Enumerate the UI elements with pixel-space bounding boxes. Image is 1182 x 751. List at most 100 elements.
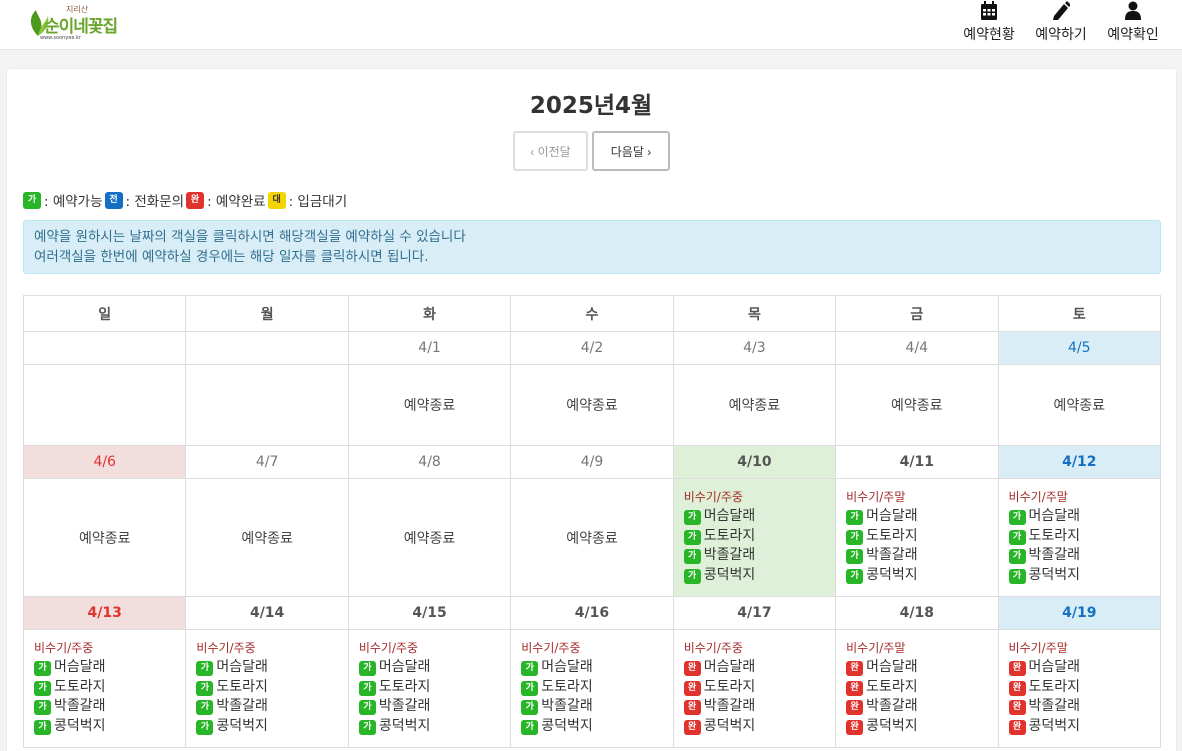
date-cell[interactable]: 4/3 [672, 331, 837, 365]
available-badge: 가 [521, 661, 539, 676]
date-cell[interactable]: 4/11 [835, 445, 999, 479]
room-item[interactable]: 가 콩덕벅지 [1008, 566, 1160, 586]
room-item[interactable]: 가 도토라지 [683, 527, 835, 547]
room-item[interactable]: 가 콩덕벅지 [846, 566, 997, 586]
available-badge: 가 [34, 700, 51, 715]
room-name: 머슴달래 [541, 659, 593, 675]
reservation-row: 예약종료 예약종료 예약종료 예약종료 예약종료 [22, 364, 1162, 446]
room-item[interactable]: 완 머슴달래 [683, 658, 835, 678]
room-item[interactable]: 가 머슴달래 [196, 658, 347, 678]
nav-check-reservation[interactable]: 예약확인 [1104, 0, 1162, 46]
room-item[interactable]: 가 콩덕벅지 [196, 717, 347, 737]
room-item[interactable]: 가 도토라지 [521, 678, 672, 698]
room-item[interactable]: 가 머슴달래 [34, 658, 185, 678]
room-name: 박졸갈래 [703, 547, 756, 563]
date-cell[interactable]: 4/2 [510, 331, 674, 365]
room-item[interactable]: 완 박졸갈래 [1008, 697, 1160, 717]
closed-label: 예약종료 [566, 530, 618, 547]
date-cell[interactable]: 4/4 [835, 331, 999, 365]
date-cell[interactable]: 4/1 [347, 331, 512, 365]
room-name: 콩덕벅지 [703, 717, 756, 734]
room-item[interactable]: 가 콩덕벅지 [358, 717, 510, 737]
room-item[interactable]: 완 도토라지 [683, 678, 835, 698]
day-body-cell: 비수기/주중 완 머슴달래 완 도토라지 완 박졸갈래 완 콩덕벅지 [672, 629, 837, 748]
room-name: 박졸갈래 [378, 698, 431, 714]
room-item[interactable]: 완 머슴달래 [846, 658, 997, 678]
room-item[interactable]: 가 머슴달래 [358, 658, 510, 678]
room-item[interactable]: 가 박졸갈래 [521, 697, 672, 717]
room-item[interactable]: 가 머슴달래 [846, 507, 997, 527]
nav-make-reservation[interactable]: 예약하기 [1032, 0, 1090, 46]
date-cell[interactable]: 4/5 [997, 331, 1162, 365]
room-item[interactable]: 가 박졸갈래 [358, 697, 510, 717]
nav-reservation-status[interactable]: 예약현황 [960, 0, 1018, 46]
room-name: 콩덕벅지 [866, 566, 918, 583]
day-body-cell: 예약종료 [22, 478, 187, 597]
done-badge: 완 [186, 191, 205, 209]
date-cell[interactable]: 4/17 [672, 596, 837, 630]
date-cell[interactable]: 4/8 [347, 445, 512, 479]
available-badge: 가 [683, 568, 701, 584]
day-body-cell: 예약종료 [835, 364, 999, 446]
room-item[interactable]: 가 박졸갈래 [683, 546, 835, 566]
room-item[interactable]: 가 도토라지 [846, 527, 997, 547]
available-badge: 가 [683, 529, 701, 545]
room-item[interactable]: 완 콩덕벅지 [846, 717, 997, 737]
nav-label: 예약확인 [1107, 27, 1159, 43]
room-item[interactable]: 가 머슴달래 [1008, 507, 1160, 527]
waiting-badge: 대 [267, 191, 286, 209]
room-name: 도토라지 [703, 678, 756, 695]
room-item[interactable]: 완 박졸갈래 [846, 697, 997, 717]
room-item[interactable]: 가 머슴달래 [683, 507, 835, 527]
room-item[interactable]: 완 콩덕벅지 [1008, 717, 1160, 737]
date-cell[interactable]: 4/13 [22, 596, 187, 630]
room-item[interactable]: 완 콩덕벅지 [683, 717, 835, 737]
room-name: 도토라지 [703, 527, 756, 544]
season-label: 비수기/주말 [846, 490, 906, 504]
day-body-cell: 예약종료 [672, 364, 837, 446]
season-label: 비수기/주중 [196, 641, 256, 655]
room-item[interactable]: 완 도토라지 [1008, 678, 1160, 698]
closed-label: 예약종료 [241, 530, 293, 547]
date-cell[interactable]: 4/6 [22, 445, 187, 479]
room-item[interactable]: 완 머슴달래 [1008, 658, 1160, 678]
room-item[interactable]: 가 박졸갈래 [196, 697, 347, 717]
date-cell[interactable]: 4/12 [997, 445, 1162, 479]
room-item[interactable]: 가 도토라지 [196, 678, 347, 698]
date-cell[interactable]: 4/18 [835, 596, 999, 630]
legend-text: : 예약완료 [207, 194, 266, 210]
site-logo[interactable]: 지리산 순이네꽃집 www.soonyee.kr [26, 4, 118, 44]
season-label: 비수기/주중 [683, 490, 743, 504]
date-cell[interactable]: 4/10 [672, 445, 837, 479]
closed-label: 예약종료 [891, 398, 943, 414]
nav-label: 예약하기 [1035, 27, 1087, 43]
date-cell[interactable]: 4/14 [185, 596, 349, 630]
room-item[interactable]: 가 도토라지 [34, 678, 185, 698]
available-badge: 가 [34, 719, 51, 735]
weekday-sun: 일 [22, 295, 187, 332]
date-cell[interactable]: 4/9 [510, 445, 674, 479]
room-item[interactable]: 가 도토라지 [358, 678, 510, 698]
done-badge: 완 [846, 661, 864, 676]
room-item[interactable]: 가 머슴달래 [521, 658, 672, 678]
room-name: 박졸갈래 [216, 698, 268, 714]
room-item[interactable]: 가 콩덕벅지 [521, 717, 672, 737]
room-item[interactable]: 가 도토라지 [1008, 527, 1160, 547]
room-item[interactable]: 가 박졸갈래 [1008, 546, 1160, 566]
date-cell[interactable]: 4/16 [510, 596, 674, 630]
room-item[interactable]: 완 박졸갈래 [683, 697, 835, 717]
date-cell[interactable]: 4/19 [997, 596, 1162, 630]
room-name: 머슴달래 [378, 659, 431, 675]
next-month-button[interactable]: 다음달 › [592, 131, 670, 171]
closed-label: 예약종료 [403, 530, 456, 547]
date-cell[interactable]: 4/15 [347, 596, 512, 630]
room-item[interactable]: 가 박졸갈래 [846, 546, 997, 566]
room-item[interactable]: 가 콩덕벅지 [34, 717, 185, 737]
room-item[interactable]: 완 도토라지 [846, 678, 997, 698]
day-body-cell: 비수기/주중 가 머슴달래 가 도토라지 가 박졸갈래 가 콩덕벅지 [510, 629, 674, 748]
prev-month-button[interactable]: ‹ 이전달 [513, 131, 588, 171]
date-row: 4/6 4/7 4/8 4/9 4/10 4/11 4/12 [22, 445, 1162, 479]
date-cell[interactable]: 4/7 [185, 445, 349, 479]
room-item[interactable]: 가 박졸갈래 [34, 697, 185, 717]
room-item[interactable]: 가 콩덕벅지 [683, 566, 835, 586]
